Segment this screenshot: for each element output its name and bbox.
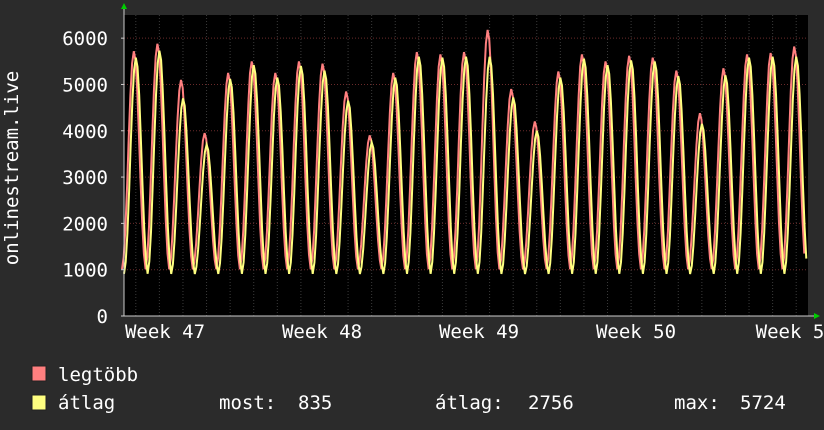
- y-axis-label: onlinestream.live: [1, 71, 23, 265]
- y-tick-label: 1000: [62, 260, 108, 282]
- stat-avg-value: 2756: [528, 392, 574, 414]
- chart: 0 1000 2000 3000 4000 5000 6000 Week 47 Week 48…: [0, 0, 824, 430]
- y-tick-label: 2000: [62, 213, 108, 235]
- stat-max-value: 5724: [740, 392, 786, 414]
- x-tick-label: Week 5: [756, 321, 824, 343]
- legend-label-atlag: átlag: [58, 392, 115, 414]
- legend-swatch-atlag: [31, 394, 47, 411]
- legend-label-legtobb: legtöbb: [58, 364, 138, 386]
- x-tick-label: Week 49: [439, 321, 519, 343]
- stat-max-label: max:: [674, 392, 720, 414]
- x-tick-label: Week 48: [282, 321, 362, 343]
- y-tick-label: 5000: [62, 74, 108, 96]
- stat-avg-label: átlag:: [435, 392, 504, 414]
- stat-most-label: most:: [219, 392, 276, 414]
- stat-most-value: 835: [298, 392, 332, 414]
- legend-swatch-legtobb: [31, 365, 47, 382]
- y-tick-label: 0: [97, 306, 108, 328]
- x-tick-label: Week 50: [596, 321, 676, 343]
- y-tick-label: 4000: [62, 121, 108, 143]
- x-tick-label: Week 47: [125, 321, 205, 343]
- y-tick-label: 6000: [62, 28, 108, 50]
- y-tick-label: 3000: [62, 167, 108, 189]
